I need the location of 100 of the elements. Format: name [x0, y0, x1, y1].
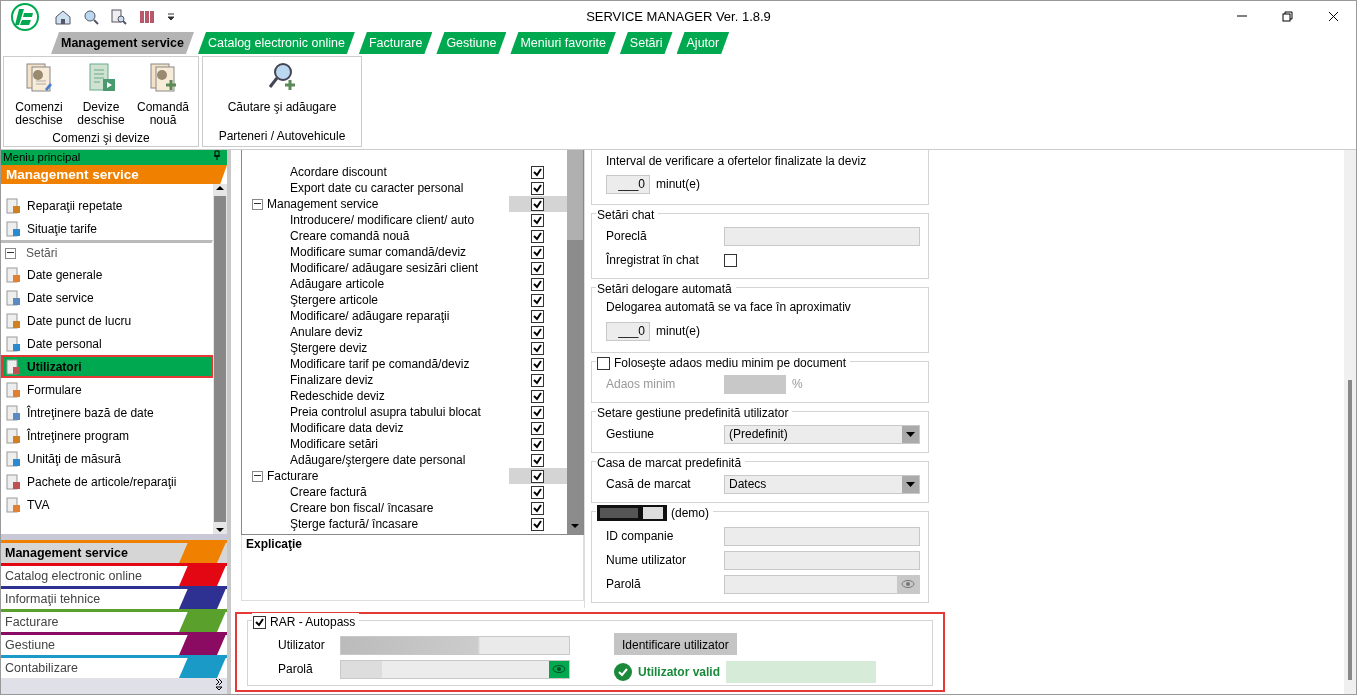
permission-label: Modificare sumar comandă/deviz [290, 244, 468, 261]
field-label: Înregistrat în chat [606, 251, 700, 269]
sidebar-item[interactable]: Unităţi de măsură [1, 447, 213, 470]
eye-icon[interactable] [552, 665, 566, 673]
home-icon[interactable] [55, 8, 71, 25]
field-label: Gestiune [606, 426, 656, 443]
scroll-thumb[interactable] [214, 196, 226, 522]
sidebar-item[interactable]: Utilizatori [1, 355, 213, 378]
module-tab[interactable]: Management service [1, 540, 227, 563]
module-tab[interactable]: Facturare [1, 609, 227, 632]
permission-checkbox[interactable] [531, 229, 544, 243]
input-field[interactable] [724, 374, 786, 394]
number-field[interactable]: ___0 [606, 174, 650, 194]
permission-checkbox[interactable] [531, 293, 544, 307]
permission-checkbox[interactable] [531, 453, 544, 467]
field-label: Interval de verificare a ofertelor finalizate la deviz [606, 153, 868, 170]
input-field[interactable] [724, 574, 920, 594]
field-label: ID companie [606, 528, 675, 545]
ribbon-button[interactable]: Căutare şi adăugare [207, 59, 357, 127]
permission-checkbox[interactable] [531, 245, 544, 259]
permission-checkbox[interactable] [531, 357, 544, 371]
module-tab[interactable]: Gestiune [1, 632, 227, 655]
permission-checkbox[interactable] [531, 517, 544, 531]
module-tab[interactable]: Catalog electronic online [1, 563, 227, 586]
permission-label: Creare factură [290, 484, 368, 501]
caret-icon [906, 481, 915, 487]
module-tab[interactable]: Informaţii tehnice [1, 586, 227, 609]
permission-checkbox[interactable] [531, 501, 544, 515]
sidebar-item[interactable]: Pachete de articole/reparaţii [1, 470, 213, 493]
dropdown[interactable]: Datecs [724, 474, 920, 494]
sidebar-item[interactable]: Date punct de lucru [1, 309, 213, 332]
permission-label: Modificare setări [290, 436, 380, 453]
sidebar-item[interactable]: Date generale [1, 263, 213, 286]
permission-checkbox[interactable] [531, 437, 544, 451]
scroll-down-icon[interactable] [216, 526, 224, 534]
password-field[interactable] [340, 659, 570, 679]
ribbon-button[interactable]: Comandă nouă [132, 59, 194, 129]
sidebar-item[interactable]: Formulare [1, 378, 213, 401]
permission-checkbox[interactable] [531, 309, 544, 323]
eye-icon[interactable] [901, 580, 915, 588]
unit-label: minut(e) [656, 176, 700, 193]
tree-toggle[interactable] [252, 470, 263, 482]
permission-checkbox[interactable] [531, 261, 544, 275]
ribbon-button[interactable]: Devize deschise [70, 59, 132, 129]
scroll-thumb[interactable] [1348, 380, 1352, 680]
permission-checkbox[interactable] [531, 277, 544, 291]
permission-label: Acordare discount [290, 164, 388, 181]
permission-checkbox[interactable] [531, 197, 544, 211]
ribbon-button[interactable]: Comenzi deschise [8, 59, 70, 129]
permission-checkbox[interactable] [531, 469, 544, 483]
input-field[interactable] [724, 226, 920, 246]
permission-checkbox[interactable] [531, 341, 544, 355]
dropdown-icon[interactable] [167, 12, 175, 21]
checkbox[interactable] [597, 356, 610, 370]
sidebar-item[interactable]: TVA [1, 493, 213, 516]
barcode-icon[interactable] [139, 8, 155, 25]
permission-label: Ştergere deviz [290, 340, 369, 357]
expand-more-icon[interactable] [215, 678, 223, 690]
document-search-icon[interactable] [111, 8, 127, 25]
group-title: Setare gestiune predefinită utilizator [597, 405, 789, 422]
input-field[interactable] [340, 635, 570, 655]
scroll-thumb[interactable] [567, 150, 583, 240]
permission-label: Adăugare/ştergere date personal [290, 452, 467, 469]
search-icon[interactable] [83, 8, 99, 25]
menu-tab[interactable]: Management service [51, 32, 194, 54]
field-label: Parolă [278, 661, 314, 678]
permission-checkbox[interactable] [531, 213, 544, 227]
permission-checkbox[interactable] [531, 405, 544, 419]
sidebar-item[interactable]: Situaţie tarife [1, 217, 213, 240]
dropdown[interactable]: (Predefinit) [724, 424, 920, 444]
document-icon [5, 220, 21, 237]
sidebar-item[interactable]: Întreţinere bază de date [1, 401, 213, 424]
sidebar-item[interactable]: Date personal [1, 332, 213, 355]
permission-checkbox[interactable] [531, 485, 544, 499]
permission-checkbox[interactable] [531, 181, 544, 195]
permission-checkbox[interactable] [531, 325, 544, 339]
close-icon[interactable] [1326, 10, 1340, 23]
success-icon [614, 663, 632, 681]
number-field[interactable]: ___0 [606, 321, 650, 341]
permission-checkbox[interactable] [531, 421, 544, 435]
restore-icon[interactable] [1280, 10, 1294, 23]
permission-label: Modificare/ adăugare reparaţii [290, 308, 451, 325]
sidebar-item[interactable]: Întreţinere program [1, 424, 213, 447]
checkbox[interactable] [724, 253, 737, 267]
sidebar-item[interactable]: Reparaţii repetate [1, 194, 213, 217]
permission-checkbox[interactable] [531, 373, 544, 387]
pin-icon[interactable] [213, 150, 221, 160]
identify-button[interactable]: Identificare utilizator [614, 633, 737, 655]
caret-icon [906, 431, 915, 437]
check-icon [255, 617, 264, 627]
permission-checkbox[interactable] [531, 389, 544, 403]
input-field[interactable] [724, 526, 920, 546]
scroll-down-icon[interactable] [571, 522, 579, 530]
checkbox[interactable] [253, 615, 266, 629]
sidebar-item[interactable]: Date service [1, 286, 213, 309]
tree-toggle[interactable] [252, 198, 263, 210]
permission-label: Adăugare articole [290, 276, 386, 293]
module-tab[interactable]: Contabilizare [1, 655, 227, 678]
input-field[interactable] [724, 550, 920, 570]
permission-checkbox[interactable] [531, 165, 544, 179]
